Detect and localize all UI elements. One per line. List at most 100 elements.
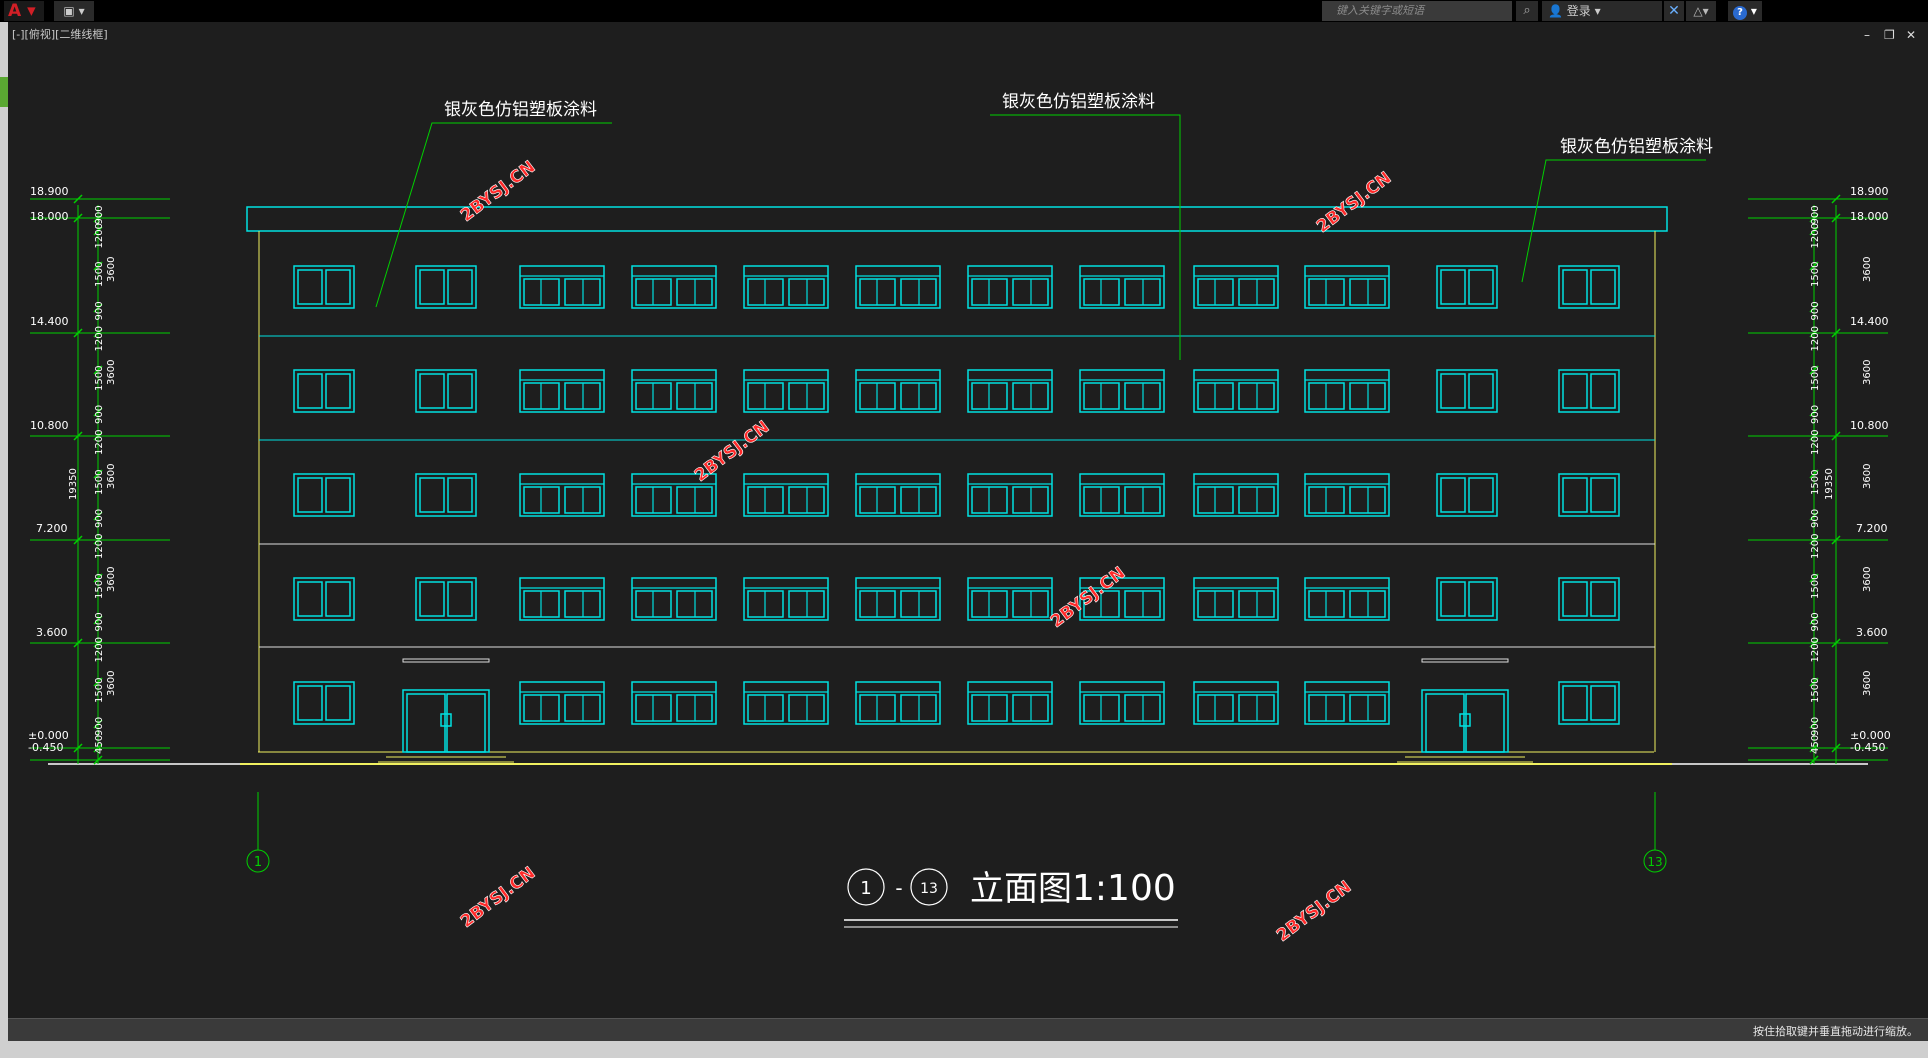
dimension-value: 900: [94, 405, 105, 424]
window-pane: [419, 373, 445, 409]
window-pane: [676, 278, 713, 306]
level-label: ±0.000: [28, 729, 69, 742]
window-pane: [1012, 590, 1049, 618]
window-pane: [1238, 278, 1275, 306]
dimension-tick: [1809, 407, 1819, 417]
dimension-value: 450: [94, 735, 105, 754]
dimension-tick: [1809, 213, 1819, 223]
window-pane: [900, 486, 937, 514]
window-pane: [1590, 373, 1616, 409]
close-icon[interactable]: ✕: [1906, 28, 1916, 42]
window: [743, 265, 829, 309]
callout-text: 银灰色仿铝塑板涂料: [1560, 137, 1713, 157]
axis-label: 13: [1647, 855, 1662, 869]
story-dimension: 3600: [1862, 671, 1873, 696]
window-pane: [297, 581, 323, 617]
dimension-tick: [1809, 615, 1819, 625]
window-pane: [523, 590, 560, 618]
viewport-label[interactable]: [-][俯视][二维线框]: [12, 26, 108, 42]
window-pane: [1197, 694, 1234, 722]
dimension-value: 1200: [1810, 534, 1821, 559]
dimension-tick: [1831, 638, 1841, 648]
window-pane: [1197, 486, 1234, 514]
bottom-edge: [0, 1041, 1928, 1058]
autodesk-icon[interactable]: △▾: [1686, 1, 1716, 21]
dimension-value: 900: [1810, 301, 1821, 320]
entrance-door: [1421, 689, 1509, 753]
window-pane: [1083, 278, 1120, 306]
dimension-tick: [93, 535, 103, 545]
window-pane: [297, 477, 323, 513]
binoculars-icon[interactable]: ⌕: [1516, 1, 1538, 21]
dimension-tick: [73, 743, 83, 753]
watermark: 2BYSJ.CN: [1273, 877, 1355, 946]
level-label: 7.200: [36, 522, 68, 535]
window-pane: [523, 278, 560, 306]
window-pane: [1308, 278, 1345, 306]
dimension-value: 1200: [94, 534, 105, 559]
login-button[interactable]: 👤 登录 ▾: [1542, 1, 1662, 21]
window: [1079, 577, 1165, 621]
title-dash: -: [895, 876, 902, 900]
window: [519, 681, 605, 725]
window-pane: [635, 694, 672, 722]
drawing-canvas[interactable]: 银灰色仿铝塑板涂料 银灰色仿铝塑板涂料 银灰色仿铝塑板涂料 18.900 18.…: [0, 0, 1928, 1058]
window-pane: [419, 477, 445, 513]
door-leaf: [1425, 693, 1465, 753]
dimension-tick: [93, 638, 103, 648]
dimension-tick: [73, 638, 83, 648]
window: [855, 265, 941, 309]
dimension-tick: [1809, 328, 1819, 338]
window-pane: [447, 477, 473, 513]
window-pane: [676, 486, 713, 514]
window: [855, 473, 941, 517]
window-pane: [419, 581, 445, 617]
window: [1558, 681, 1620, 725]
window-pane: [900, 694, 937, 722]
entrance-steps: [378, 751, 1533, 763]
dimension-tick: [1809, 261, 1819, 271]
window-pane: [1083, 382, 1120, 410]
app-menu-button[interactable]: A ▾: [4, 1, 44, 21]
canopy: [1421, 658, 1509, 663]
dimension-value: 900: [94, 301, 105, 320]
window-pane: [788, 694, 825, 722]
dimension-tick: [73, 328, 83, 338]
total-dimension-left: 19350: [68, 468, 79, 500]
dimension-tick: [1809, 226, 1819, 236]
window: [855, 577, 941, 621]
window-pane: [1590, 269, 1616, 305]
window: [415, 473, 477, 517]
window-pane: [676, 590, 713, 618]
search-input[interactable]: 键入关键字或短语: [1322, 1, 1512, 21]
window: [293, 265, 355, 309]
window-pane: [325, 685, 351, 721]
window-pane: [297, 269, 323, 305]
dimension-value: 450: [1810, 735, 1821, 754]
window: [1079, 369, 1165, 413]
door-leaf: [406, 693, 446, 753]
watermarks: 2BYSJ.CN 2BYSJ.CN 2BYSJ.CN 2BYSJ.CN 2BYS…: [457, 157, 1396, 946]
restore-icon[interactable]: ❐: [1884, 28, 1895, 42]
dimension-tick: [93, 431, 103, 441]
window-pane: [1124, 278, 1161, 306]
dimension-tick: [1809, 365, 1819, 375]
quick-access-toolbar[interactable]: ▣ ▾: [54, 1, 94, 21]
minimize-icon[interactable]: –: [1864, 28, 1870, 42]
window-pane: [1124, 590, 1161, 618]
dimension-tick: [93, 719, 103, 729]
dimension-tick: [1809, 573, 1819, 583]
dimension-tick: [1809, 535, 1819, 545]
dimension-tick: [93, 469, 103, 479]
help-button[interactable]: ? ▾: [1728, 1, 1762, 21]
level-label: 7.200: [1856, 522, 1888, 535]
exchange-icon[interactable]: ✕: [1664, 1, 1684, 21]
panel-tab[interactable]: [0, 77, 8, 107]
axis-bubble: [1643, 849, 1667, 873]
dimension-tick: [1809, 511, 1819, 521]
window-pane: [1124, 382, 1161, 410]
window-pane: [1308, 382, 1345, 410]
window-pane: [747, 382, 784, 410]
door-leaf: [446, 693, 486, 753]
window-pane: [971, 590, 1008, 618]
